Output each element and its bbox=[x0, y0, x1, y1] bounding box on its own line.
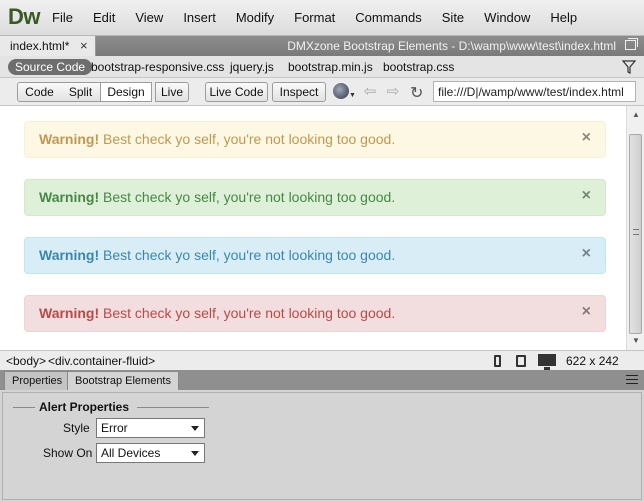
inspect-button[interactable]: Inspect bbox=[272, 82, 326, 102]
close-icon[interactable]: × bbox=[582, 245, 591, 263]
alert-strong: Warning! bbox=[39, 189, 100, 205]
alert-properties-group: Alert Properties Style Error Show On All… bbox=[2, 392, 642, 500]
chevron-down-icon bbox=[191, 451, 199, 456]
design-view-button[interactable]: Design bbox=[100, 82, 152, 102]
document-path: DMXzone Bootstrap Elements - D:\wamp\www… bbox=[287, 39, 616, 53]
tab-bootstrap-elements[interactable]: Bootstrap Elements bbox=[67, 371, 179, 390]
style-select-value: Error bbox=[101, 421, 128, 435]
alert-text: Best check yo self, you're not looking t… bbox=[99, 189, 396, 205]
menu-site[interactable]: Site bbox=[442, 10, 464, 25]
menu-file[interactable]: File bbox=[52, 10, 73, 25]
menu-view[interactable]: View bbox=[135, 10, 163, 25]
menu-modify[interactable]: Modify bbox=[236, 10, 274, 25]
properties-panel: Alert Properties Style Error Show On All… bbox=[0, 390, 644, 502]
alert-success: Warning! Best check yo self, you're not … bbox=[24, 179, 606, 216]
globe-icon[interactable] bbox=[333, 83, 349, 99]
panel-tab-bar: Properties Bootstrap Elements bbox=[0, 370, 644, 390]
tag-selector-body[interactable]: <body> bbox=[6, 354, 46, 368]
scroll-down-icon[interactable]: ▼ bbox=[631, 336, 641, 346]
restore-window-icon[interactable] bbox=[625, 38, 638, 50]
back-arrow-icon[interactable]: ⇦ bbox=[362, 84, 378, 100]
chevron-down-icon[interactable]: ▼ bbox=[349, 92, 356, 99]
related-file-bootstrap-css[interactable]: bootstrap.css bbox=[383, 60, 454, 74]
document-tab[interactable]: index.html* × bbox=[0, 36, 96, 56]
mobile-size-icon[interactable] bbox=[494, 355, 501, 367]
source-code-button[interactable]: Source Code bbox=[8, 59, 93, 75]
style-select[interactable]: Error bbox=[96, 418, 205, 438]
forward-arrow-icon[interactable]: ⇨ bbox=[385, 84, 401, 100]
main-menu: File Edit View Insert Modify Format Comm… bbox=[52, 10, 597, 25]
scroll-up-icon[interactable]: ▲ bbox=[631, 110, 641, 120]
related-files-bar: Source Code bootstrap-responsive.css jqu… bbox=[0, 56, 644, 78]
menu-format[interactable]: Format bbox=[294, 10, 335, 25]
desktop-size-icon[interactable] bbox=[538, 354, 556, 370]
group-title: Alert Properties bbox=[39, 400, 130, 414]
tab-properties[interactable]: Properties bbox=[4, 371, 71, 390]
live-view-button[interactable]: Live bbox=[155, 82, 189, 102]
code-view-button[interactable]: Code bbox=[17, 82, 62, 102]
alert-error: Warning! Best check yo self, you're not … bbox=[24, 295, 606, 332]
show-on-select-value: All Devices bbox=[101, 446, 161, 460]
menu-bar: Dw File Edit View Insert Modify Format C… bbox=[0, 0, 644, 36]
menu-help[interactable]: Help bbox=[550, 10, 577, 25]
menu-window[interactable]: Window bbox=[484, 10, 530, 25]
alert-warning: Warning! Best check yo self, you're not … bbox=[24, 121, 606, 158]
show-on-label: Show On bbox=[43, 446, 93, 460]
menu-edit[interactable]: Edit bbox=[93, 10, 115, 25]
alert-text: Best check yo self, you're not looking t… bbox=[99, 247, 396, 263]
style-label: Style bbox=[63, 421, 90, 435]
document-tab-bar: index.html* × DMXzone Bootstrap Elements… bbox=[0, 36, 644, 56]
app-logo: Dw bbox=[8, 4, 41, 29]
grip-icon bbox=[633, 229, 639, 235]
close-icon[interactable]: × bbox=[582, 129, 591, 147]
refresh-icon[interactable]: ↻ bbox=[410, 83, 423, 103]
related-file-bootstrap-responsive[interactable]: bootstrap-responsive.css bbox=[91, 60, 224, 74]
filter-icon[interactable] bbox=[622, 60, 636, 74]
tablet-size-icon[interactable] bbox=[516, 355, 526, 367]
document-tab-label: index.html* bbox=[10, 39, 70, 53]
menu-insert[interactable]: Insert bbox=[183, 10, 216, 25]
alert-text: Best check yo self, you're not looking t… bbox=[99, 131, 396, 147]
split-view-button[interactable]: Split bbox=[61, 82, 101, 102]
alert-strong: Warning! bbox=[39, 131, 100, 147]
status-bar: <body> <div.container-fluid> 622 x 242 bbox=[0, 350, 644, 370]
live-code-button[interactable]: Live Code bbox=[205, 82, 268, 102]
address-bar[interactable]: file:///D|/wamp/www/test/index.html bbox=[433, 81, 636, 102]
alert-info: Warning! Best check yo self, you're not … bbox=[24, 237, 606, 274]
divider bbox=[137, 407, 209, 408]
alert-strong: Warning! bbox=[39, 247, 100, 263]
alert-strong: Warning! bbox=[39, 305, 100, 321]
close-icon[interactable]: × bbox=[582, 187, 591, 205]
related-file-jquery[interactable]: jquery.js bbox=[230, 60, 274, 74]
close-icon[interactable]: × bbox=[80, 38, 88, 53]
window-size-readout[interactable]: 622 x 242 bbox=[566, 354, 619, 368]
show-on-select[interactable]: All Devices bbox=[96, 443, 205, 463]
menu-commands[interactable]: Commands bbox=[355, 10, 421, 25]
close-icon[interactable]: × bbox=[582, 303, 591, 321]
design-view: Warning! Best check yo self, you're not … bbox=[0, 106, 626, 350]
vertical-scrollbar[interactable]: ▲ ▼ bbox=[626, 106, 644, 350]
tag-selector-div[interactable]: <div.container-fluid> bbox=[48, 354, 155, 368]
panel-menu-icon[interactable] bbox=[626, 375, 638, 384]
divider bbox=[13, 407, 35, 408]
alert-text: Best check yo self, you're not looking t… bbox=[99, 305, 396, 321]
related-file-bootstrap-min-js[interactable]: bootstrap.min.js bbox=[288, 60, 373, 74]
chevron-down-icon bbox=[191, 426, 199, 431]
scrollbar-thumb[interactable] bbox=[629, 134, 642, 334]
